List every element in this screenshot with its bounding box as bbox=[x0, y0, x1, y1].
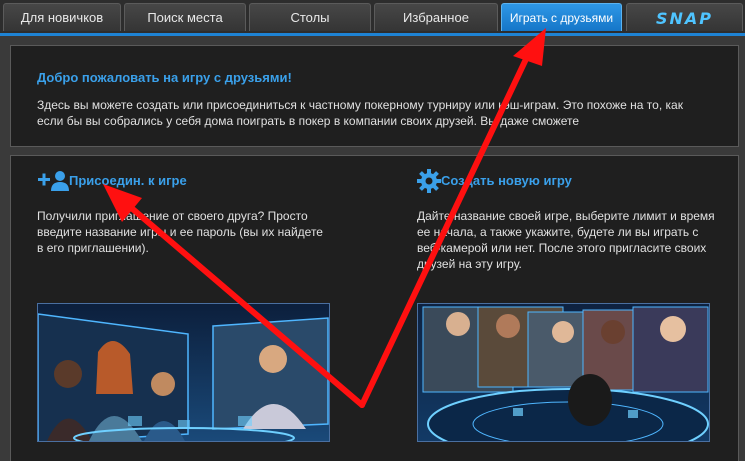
snap-logo-tab[interactable]: SNAP bbox=[626, 3, 743, 31]
join-game-promo-image[interactable] bbox=[37, 303, 330, 442]
tab-favorites[interactable]: Избранное bbox=[374, 3, 498, 31]
join-game-link[interactable]: Присоедин. к игре bbox=[69, 173, 187, 188]
join-game-text: Получили приглашение от своего друга? Пр… bbox=[37, 209, 323, 255]
welcome-panel: Добро пожаловать на игру с друзьями! Зде… bbox=[10, 45, 739, 147]
tab-beginners[interactable]: Для новичков bbox=[3, 3, 121, 31]
tab-play-with-friends[interactable]: Играть с друзьями bbox=[501, 3, 622, 31]
create-game-text: Дайте название своей игре, выберите лими… bbox=[417, 209, 715, 271]
create-game-link[interactable]: Создать новую игру bbox=[441, 173, 572, 188]
friends-games-panel: Присоедин. к игре Получили приглашение о… bbox=[10, 155, 739, 461]
tab-bar: Для новичков Поиск места Столы Избранное… bbox=[0, 0, 745, 34]
tab-underline bbox=[0, 33, 745, 36]
welcome-title: Добро пожаловать на игру с друзьями! bbox=[37, 70, 292, 85]
snap-logo: SNAP bbox=[655, 9, 714, 28]
tab-seat-search[interactable]: Поиск места bbox=[124, 3, 246, 31]
gear-icon[interactable] bbox=[417, 169, 441, 193]
add-user-icon[interactable] bbox=[37, 170, 71, 192]
tab-tables[interactable]: Столы bbox=[249, 3, 371, 31]
create-game-promo-image[interactable] bbox=[417, 303, 710, 442]
welcome-text: Здесь вы можете создать или присоединить… bbox=[37, 98, 683, 128]
